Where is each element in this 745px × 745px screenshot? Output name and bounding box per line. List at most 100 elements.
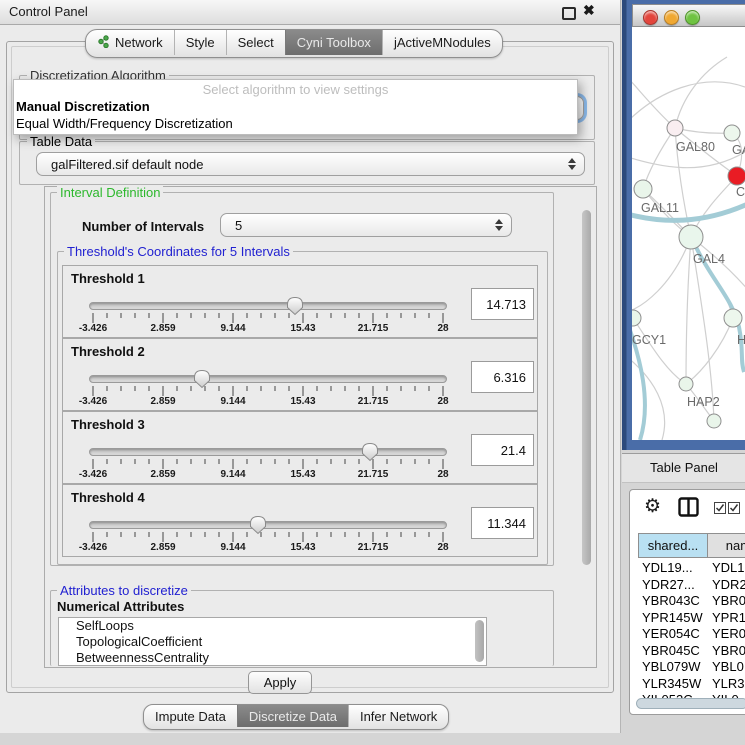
tab-discretize-data[interactable]: Discretize Data: [237, 705, 348, 727]
slider-tick-label: 28: [437, 469, 448, 480]
attribute-list-item[interactable]: TopologicalCoefficient: [59, 634, 486, 650]
network-canvas[interactable]: GAL80GACGAL11GAL4GCY1HHAP2: [632, 27, 745, 440]
numerical-attributes-label: Numerical Attributes: [57, 599, 184, 614]
tab-select[interactable]: Select: [226, 30, 285, 55]
slider-tick-label: 21.715: [358, 396, 389, 407]
slider-tick-label: 21.715: [358, 469, 389, 480]
number-of-intervals-combo[interactable]: 5: [220, 213, 512, 237]
tab-jactivemnodules[interactable]: jActiveMNodules: [382, 30, 502, 55]
slider-tick-label: 28: [437, 396, 448, 407]
threshold-value-box[interactable]: 14.713: [471, 288, 534, 320]
column-header-shared[interactable]: shared...: [638, 533, 708, 558]
zoom-traffic-light[interactable]: [685, 10, 700, 25]
table-row[interactable]: YER054CYER0: [630, 625, 745, 642]
slider-thumb[interactable]: [193, 369, 211, 389]
horizontal-scrollbar-thumb[interactable]: [636, 698, 745, 709]
slider-tick-label: 9.144: [220, 323, 245, 334]
threshold-slider[interactable]: -3.4262.8599.14415.4321.71528: [89, 296, 447, 336]
cyni-bottom-tabs: Impute Data Discretize Data Infer Networ…: [143, 704, 449, 730]
threshold-slider[interactable]: -3.4262.8599.14415.4321.71528: [89, 442, 447, 482]
network-node[interactable]: [707, 414, 721, 428]
slider-tick-labels: -3.4262.8599.14415.4321.71528: [89, 469, 447, 481]
tab-style[interactable]: Style: [174, 30, 226, 55]
slider-tick-label: -3.426: [79, 542, 107, 553]
tab-cyni-toolbox[interactable]: Cyni Toolbox: [285, 30, 382, 55]
slider-tick-label: 2.859: [150, 542, 175, 553]
dropdown-placeholder-item[interactable]: Select algorithm to view settings: [14, 82, 577, 97]
threshold-slider[interactable]: -3.4262.8599.14415.4321.71528: [89, 515, 447, 555]
slider-tick-label: 28: [437, 323, 448, 334]
network-node[interactable]: [679, 377, 693, 391]
network-node[interactable]: [632, 310, 641, 326]
threshold-value-box[interactable]: 11.344: [471, 507, 534, 539]
slider-tick-label: 2.859: [150, 469, 175, 480]
tab-impute-data[interactable]: Impute Data: [144, 705, 237, 727]
network-node[interactable]: [724, 125, 740, 141]
threshold-panel: Threshold 4 -3.4262.8599.14415.4321.71528…: [62, 484, 538, 557]
slider-track[interactable]: [89, 302, 447, 310]
network-node-label: GAL11: [641, 201, 679, 215]
table-body: YDL19...YDL1YDR27...YDR2YBR043CYBR0YPR14…: [630, 559, 745, 698]
float-window-icon[interactable]: [562, 7, 576, 20]
tab-network[interactable]: Network: [86, 30, 174, 55]
attributes-group-label: Attributes to discretize: [57, 584, 191, 597]
network-node[interactable]: [728, 167, 745, 185]
table-row[interactable]: YBL079WYBL0: [630, 658, 745, 675]
dropdown-option-equal-width-frequency[interactable]: Equal Width/Frequency Discretization: [16, 116, 233, 131]
gear-icon[interactable]: ⚙: [644, 495, 661, 518]
table-row[interactable]: YDL19...YDL1: [630, 559, 745, 576]
list-scrollbar-thumb[interactable]: [475, 620, 484, 662]
slider-tick-label: 28: [437, 542, 448, 553]
slider-tick-labels: -3.4262.8599.14415.4321.71528: [89, 542, 447, 554]
slider-thumb[interactable]: [361, 442, 379, 462]
settings-vertical-scrollbar[interactable]: [579, 188, 594, 664]
dropdown-option-manual-discretization[interactable]: Manual Discretization: [16, 99, 150, 114]
close-traffic-light[interactable]: [643, 10, 658, 25]
slider-thumb[interactable]: [286, 296, 304, 316]
threshold-label: Threshold 4: [71, 490, 145, 505]
slider-tick-label: 15.43: [290, 469, 315, 480]
attribute-list-item[interactable]: SelfLoops: [59, 618, 486, 634]
checkbox-icon[interactable]: [728, 502, 740, 517]
network-node[interactable]: [634, 180, 652, 198]
network-node[interactable]: [679, 225, 703, 249]
slider-track[interactable]: [89, 375, 447, 383]
threshold-value-box[interactable]: 6.316: [471, 361, 534, 393]
control-panel-title: Control Panel: [9, 4, 88, 19]
table-panel-widget: ⚙ shared... name YDL19...YDL1YDR27...YDR…: [629, 489, 745, 715]
tab-network-label: Network: [115, 35, 163, 50]
table-row[interactable]: YIL052CYIL0: [630, 691, 745, 698]
network-node[interactable]: [724, 309, 742, 327]
network-node-label: H: [737, 333, 745, 347]
split-view-icon[interactable]: [678, 497, 700, 522]
slider-track[interactable]: [89, 448, 447, 456]
table-row[interactable]: YDR27...YDR2: [630, 576, 745, 593]
slider-tick-label: 15.43: [290, 396, 315, 407]
network-node-label: C: [736, 185, 745, 199]
minimize-traffic-light[interactable]: [664, 10, 679, 25]
slider-track[interactable]: [89, 521, 447, 529]
network-window-titlebar: [632, 4, 745, 27]
slider-tick-labels: -3.4262.8599.14415.4321.71528: [89, 323, 447, 335]
threshold-value-box[interactable]: 21.4: [471, 434, 534, 466]
column-header-name[interactable]: name: [707, 533, 745, 558]
tab-infer-network[interactable]: Infer Network: [348, 705, 448, 727]
table-panel-titlebar: Table Panel: [622, 453, 745, 483]
network-node-label: HAP2: [687, 395, 720, 409]
checkbox-icon[interactable]: [714, 502, 726, 517]
table-row[interactable]: YBR043CYBR0: [630, 592, 745, 609]
slider-tick-label: 15.43: [290, 542, 315, 553]
table-row[interactable]: YBR045CYBR0: [630, 642, 745, 659]
network-node[interactable]: [667, 120, 683, 136]
attribute-list-item[interactable]: BetweennessCentrality: [59, 650, 486, 666]
threshold-slider[interactable]: -3.4262.8599.14415.4321.71528: [89, 369, 447, 409]
scrollbar-thumb[interactable]: [582, 210, 591, 565]
table-row[interactable]: YLR345WYLR3: [630, 675, 745, 692]
network-node-label: GA: [732, 143, 745, 157]
table-data-combo[interactable]: galFiltered.sif default node: [36, 152, 585, 176]
slider-thumb[interactable]: [249, 515, 267, 535]
close-icon[interactable]: ✖: [583, 2, 595, 19]
table-row[interactable]: YPR145WYPR1: [630, 609, 745, 626]
numerical-attributes-list[interactable]: SelfLoopsTopologicalCoefficientBetweenne…: [58, 617, 487, 666]
apply-button[interactable]: Apply: [248, 671, 312, 694]
